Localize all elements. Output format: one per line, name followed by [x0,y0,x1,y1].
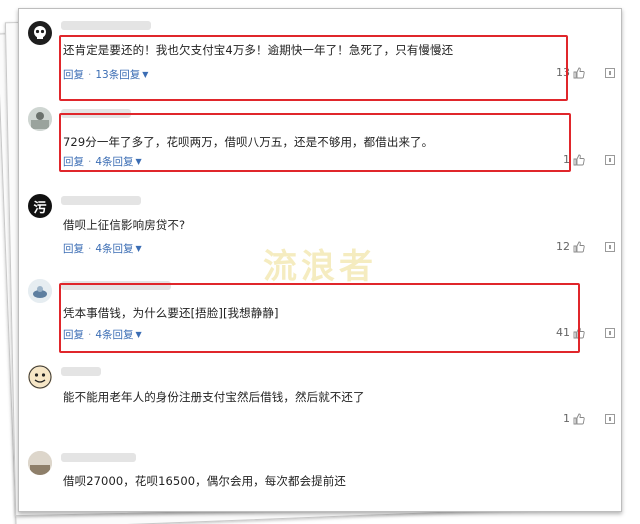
replies-count: 13条回复 [95,69,141,81]
comment-actions: 回复 · 4条回复 ▼ [63,327,142,342]
thumbs-up-icon [573,67,585,78]
separator: · [88,155,92,168]
username[interactable] [61,453,136,462]
report-icon[interactable] [605,414,615,424]
replies-count: 4条回复 [95,243,134,255]
comment-text: 借呗27000，花呗16500，偶尔会用，每次都会提前还 [63,474,346,488]
thumbs-up-icon [573,154,585,165]
watermark: 流浪者 [263,247,377,287]
comment-text: 借呗上征信影响房贷不? [63,218,186,232]
username[interactable] [61,196,141,205]
comment-actions: 回复 · 4条回复 ▼ [63,154,142,169]
chevron-down-icon: ▼ [142,70,149,79]
avatar[interactable] [28,279,52,303]
text-avatar-icon: 污 [33,200,47,216]
separator: · [88,242,92,255]
chevron-down-icon: ▼ [135,157,142,166]
like-count: 13 [556,66,570,79]
report-icon[interactable] [605,242,615,252]
username[interactable] [61,281,171,290]
replies-toggle[interactable]: 4条回复 ▼ [95,154,141,169]
avatar[interactable] [28,107,52,131]
report-icon[interactable] [605,328,615,338]
username[interactable] [61,367,101,376]
report-icon[interactable] [605,68,615,78]
like-count: 12 [556,240,570,253]
reply-button[interactable]: 回复 [63,327,84,342]
username[interactable] [61,109,131,118]
separator: · [88,328,92,341]
avatar[interactable] [28,21,52,45]
like-count: 1 [563,412,570,425]
comment-text: 能不能用老年人的身份注册支付宝然后借钱，然后就不还了 [63,390,365,404]
like-button[interactable]: 1 [563,412,585,425]
like-count: 1 [563,153,570,166]
thumbs-up-icon [573,413,585,424]
like-button[interactable]: 41 [556,326,585,339]
reply-button[interactable]: 回复 [63,241,84,256]
report-icon[interactable] [605,155,615,165]
like-count: 41 [556,326,570,339]
like-button[interactable]: 13 [556,66,585,79]
replies-toggle[interactable]: 4条回复 ▼ [95,241,141,256]
chevron-down-icon: ▼ [135,330,142,339]
avatar[interactable]: 污 [28,194,52,218]
reply-button[interactable]: 回复 [63,67,84,82]
comment-list-card: 还肯定是要还的！我也欠支付宝4万多！逾期快一年了！急死了，只有慢慢还 回复 · … [18,8,622,512]
comment-text: 凭本事借钱，为什么要还[捂脸][我想静静] [63,306,279,320]
comment-text: 729分一年了多了，花呗两万，借呗八万五，还是不够用，都借出来了。 [63,135,434,149]
username[interactable] [61,21,151,30]
replies-toggle[interactable]: 4条回复 ▼ [95,327,141,342]
replies-count: 4条回复 [95,156,134,168]
thumbs-up-icon [573,327,585,338]
separator: · [88,68,92,81]
photo-avatar-icon [28,107,52,131]
avatar[interactable] [28,365,52,389]
photo-avatar-icon [28,451,52,475]
emoji-avatar-icon [28,365,52,389]
skull-avatar-icon [34,26,46,39]
thumbs-up-icon [573,241,585,252]
cartoon-avatar-icon [28,279,52,303]
chevron-down-icon: ▼ [135,244,142,253]
reply-button[interactable]: 回复 [63,154,84,169]
comment-text: 还肯定是要还的！我也欠支付宝4万多！逾期快一年了！急死了，只有慢慢还 [63,43,454,57]
comment-actions: 回复 · 4条回复 ▼ [63,241,142,256]
comment-actions: 回复 · 13条回复 ▼ [63,67,148,82]
replies-toggle[interactable]: 13条回复 ▼ [95,67,148,82]
like-button[interactable]: 12 [556,240,585,253]
avatar[interactable] [28,451,52,475]
replies-count: 4条回复 [95,329,134,341]
like-button[interactable]: 1 [563,153,585,166]
